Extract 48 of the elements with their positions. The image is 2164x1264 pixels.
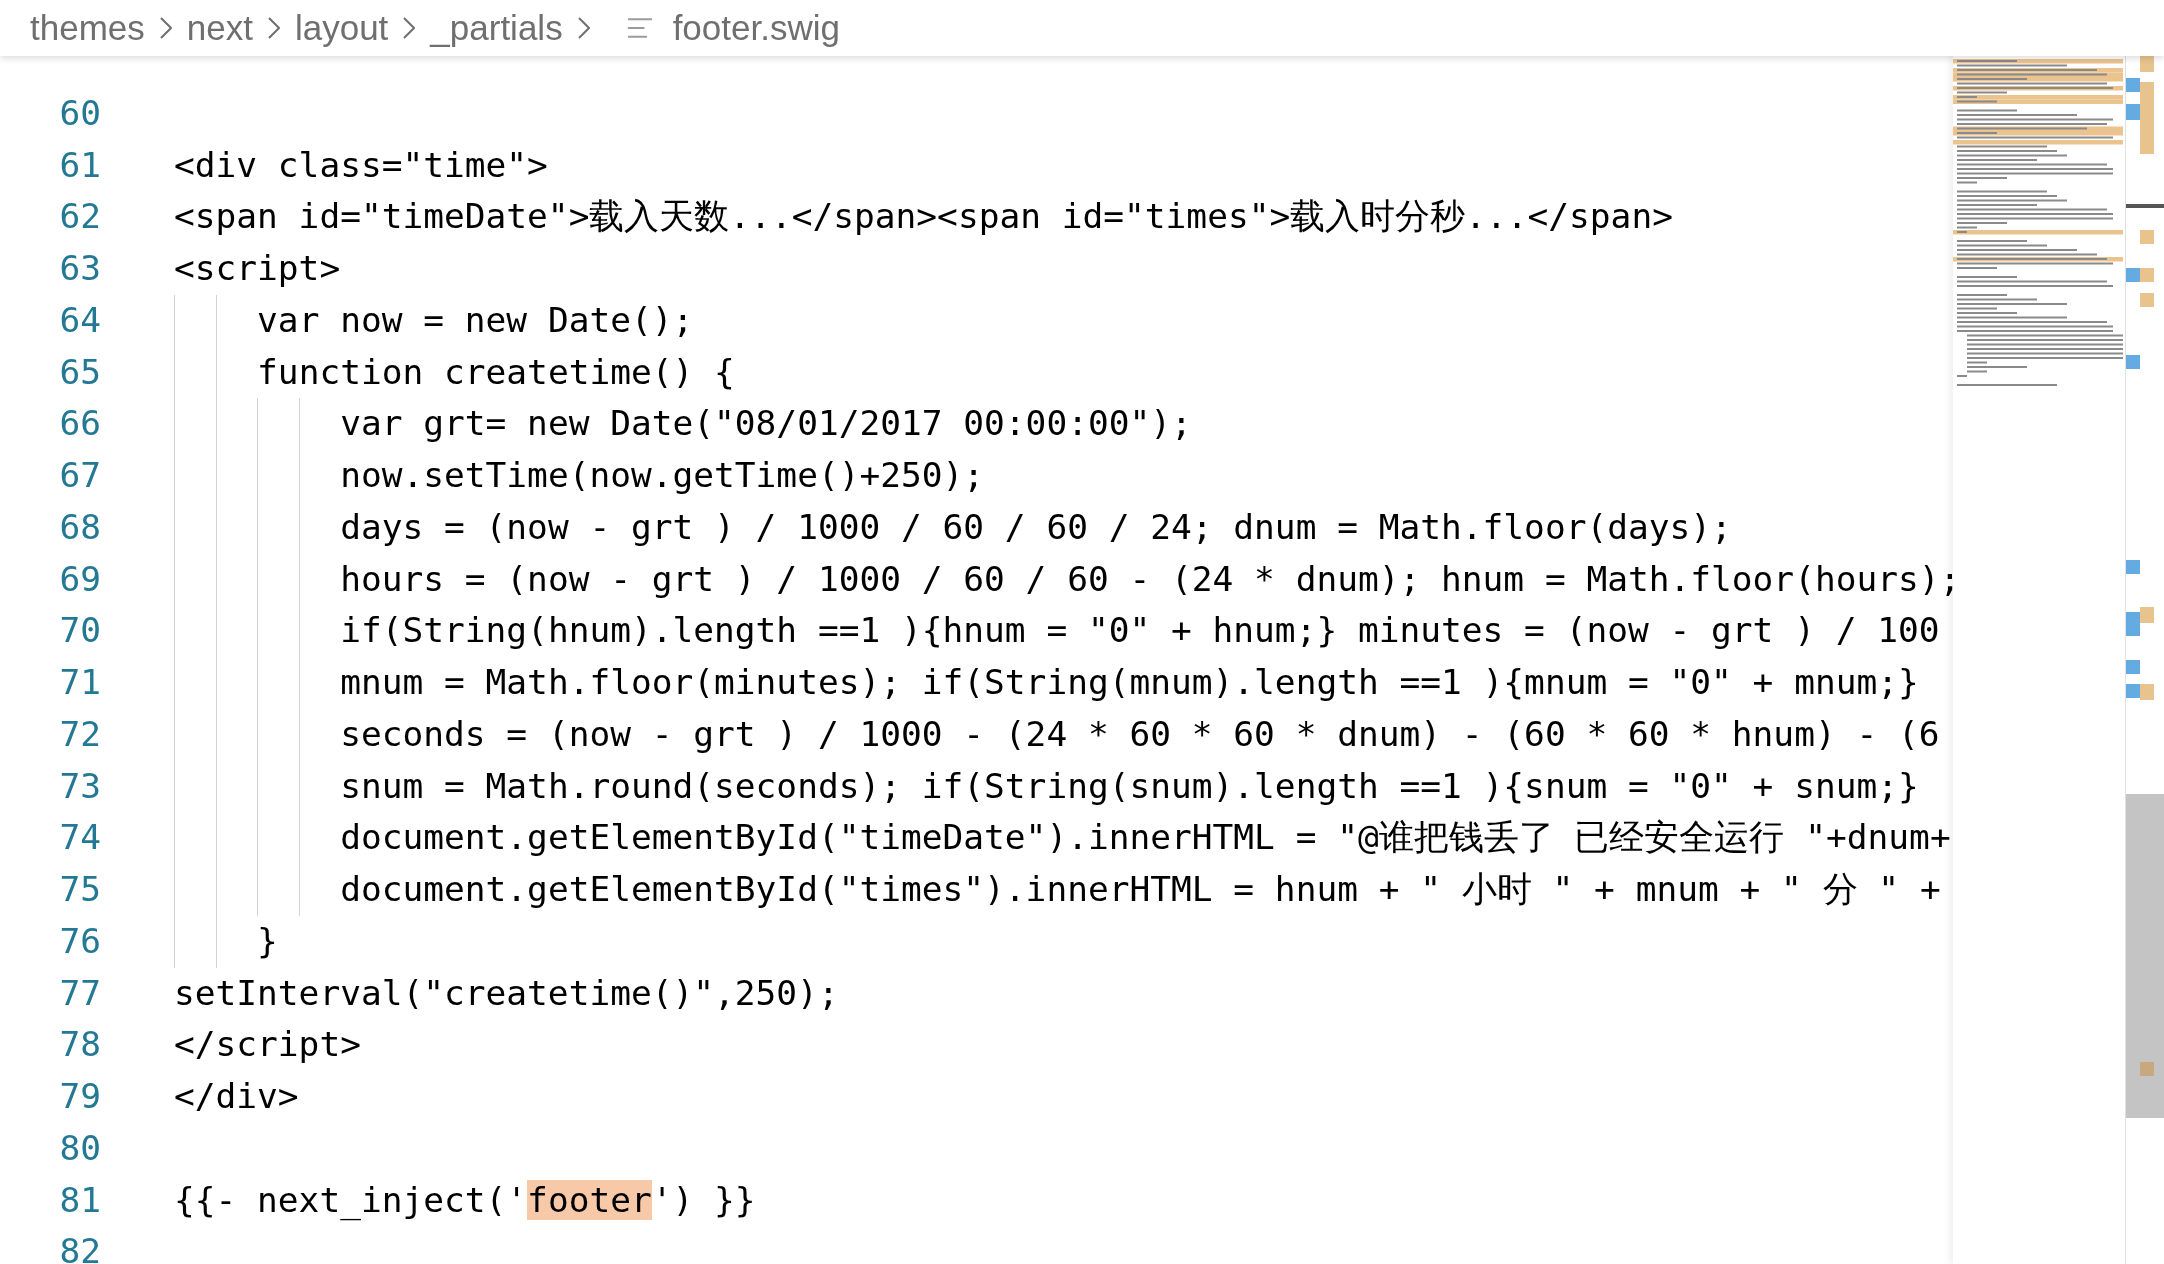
code-line: <span id="timeDate">载入天数...</span><span id="times">载入时分秒...</span> [174,195,1673,239]
line-number: 82 [58,1230,101,1264]
line-number: 72 [58,712,101,756]
breadcrumb-item[interactable]: _partials [430,6,563,50]
line-number: 75 [58,868,101,911]
line-number: 61 [58,143,101,187]
line-number: 81 [58,1178,101,1222]
code-line: hours = (now - grt ) / 1000 / 60 / 60 - (24 * dnum); hnum = Math.floor(hours); [340,557,1953,601]
line-number: 65 [58,350,101,394]
line-number: 71 [58,661,101,704]
breadcrumb-item[interactable]: next [186,6,253,50]
code-line: </div> [174,1075,299,1118]
code-line: <script> [174,247,341,290]
code-line: </script> [174,1023,361,1067]
code-line: var now = new Date(); [257,298,694,342]
breadcrumb-item[interactable]: footer.swig [672,6,840,50]
line-number: 78 [58,1023,101,1067]
line-number: 67 [58,454,101,497]
code-line: {{- next_inject('footer') }} [174,1178,756,1223]
line-number: 70 [58,609,101,653]
code-line: setInterval("createtime()",250); [174,971,839,1015]
line-number: 64 [58,298,101,342]
code-line: document.getElementById("timeDate").innerHTML = "@谁把钱丢了 已经安全运行 "+dnum+ [340,816,1951,860]
code-line: mnum = Math.floor(minutes); if(String(mnum).length ==1 ){mnum = "0" + mnum;} [340,661,1919,704]
code-line: if(String(hnum).length ==1 ){hnum = "0" + hnum;} minutes = (now - grt ) / 100 [340,609,1940,653]
line-number: 74 [58,816,101,860]
line-number: 68 [58,505,101,549]
code-line: function createtime() { [257,350,735,394]
line-number: 60 [58,91,101,135]
code-line: <div class="time"> [174,143,548,187]
line-number: 63 [58,247,101,290]
code-line: document.getElementById("times").innerHTML = hnum + " 小时 " + mnum + " 分 " + [340,868,1941,911]
line-number: 62 [58,195,101,239]
code-line: } [257,919,278,963]
line-number: 69 [58,557,101,601]
line-number: 79 [58,1075,101,1118]
code-line: days = (now - grt ) / 1000 / 60 / 60 / 24; dnum = Math.floor(days); [340,505,1732,549]
line-number: 76 [58,919,101,963]
line-number: 73 [58,764,101,808]
breadcrumb-item[interactable]: themes [30,6,145,50]
code-line: snum = Math.round(seconds); if(String(snum).length ==1 ){snum = "0" + snum;} [340,764,1919,808]
line-number: 77 [58,971,101,1015]
code-line: var grt= new Date("08/01/2017 00:00:00"); [340,402,1192,446]
line-number: 80 [58,1126,101,1170]
code-line: seconds = (now - grt ) / 1000 - (24 * 60 * 60 * dnum) - (60 * 60 * hnum) - (6 [340,712,1940,756]
breadcrumb-item[interactable]: layout [294,6,389,50]
code-line: now.setTime(now.getTime()+250); [340,454,985,497]
line-number: 66 [58,402,101,446]
